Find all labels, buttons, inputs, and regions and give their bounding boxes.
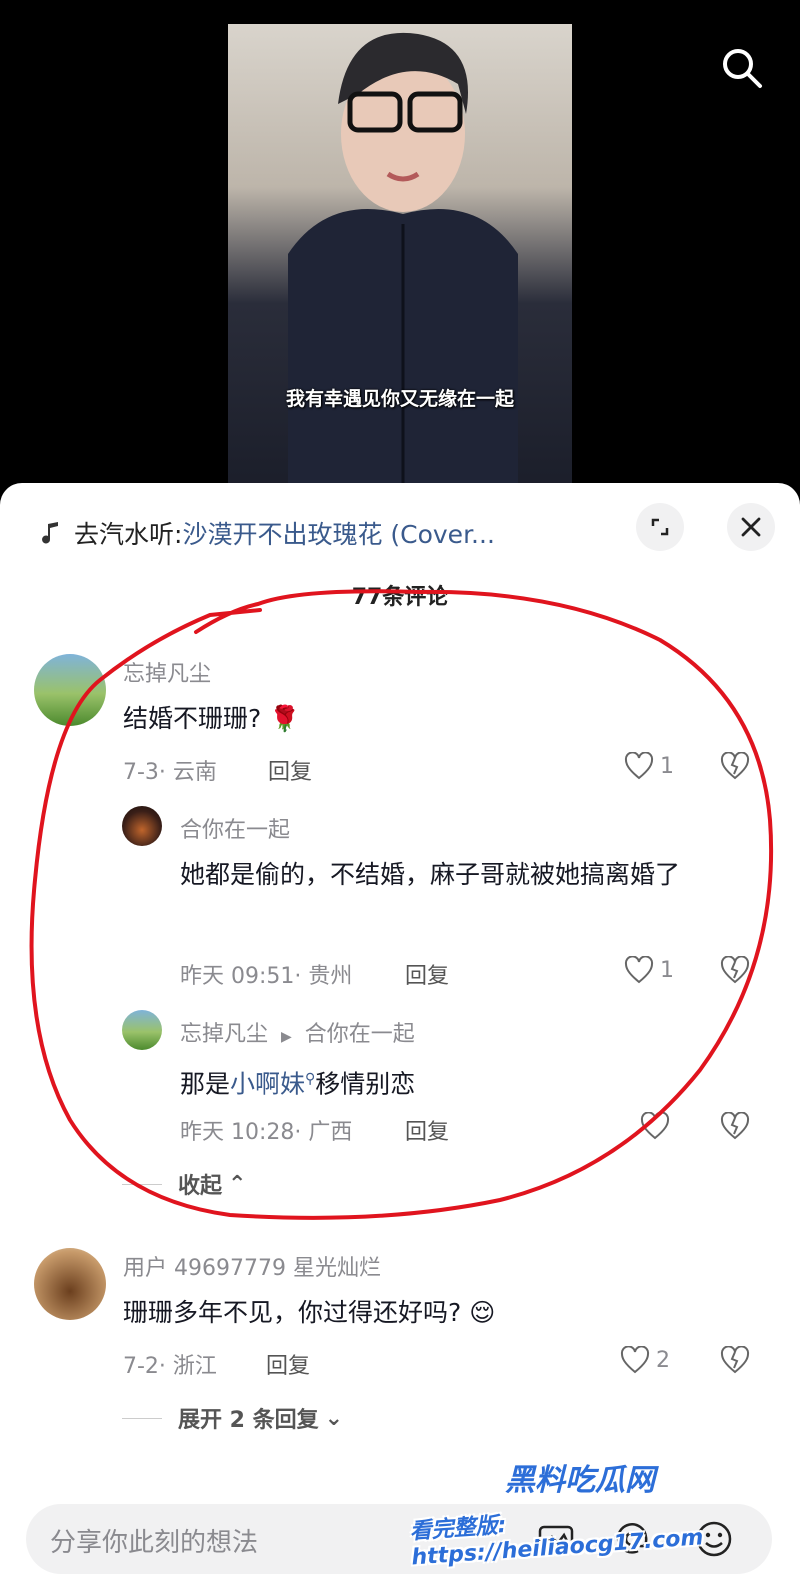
video-subtitle: 我有幸遇见你又无缘在一起 — [285, 388, 514, 410]
avatar[interactable] — [34, 654, 106, 726]
music-note-icon — [42, 522, 58, 544]
dislike-button[interactable] — [720, 751, 750, 784]
search-keyword-link[interactable]: 小啊妹 — [230, 1069, 305, 1098]
expand-label: 展开 2 条回复 — [178, 1408, 319, 1433]
reply-button[interactable]: 回复 — [268, 754, 312, 786]
reply-button[interactable]: 回复 — [405, 958, 449, 990]
divider — [122, 1417, 162, 1419]
dislike-button[interactable] — [720, 955, 750, 988]
search-small-icon: ⚲ — [305, 1071, 316, 1087]
reply-text-start: 那是 — [180, 1069, 231, 1099]
broken-heart-icon — [720, 1111, 750, 1140]
comment-count: 77条评论 — [351, 585, 449, 610]
music-link[interactable]: 去汽水听: 沙漠开不出玫瑰花 (Cover... — [38, 513, 495, 553]
like-button[interactable] — [640, 1112, 670, 1140]
video-player[interactable]: 我有幸遇见你又无缘在一起 — [0, 0, 800, 490]
reply-text: 她都是偷的，不结婚，麻子哥就被她搞离婚了 — [180, 860, 681, 889]
reply-meta: 昨天 10:28· 广西 — [180, 1120, 353, 1145]
reply-text-end: 移情别恋 — [315, 1069, 416, 1099]
reply-username[interactable]: 合你在一起 — [180, 812, 290, 844]
video-frame[interactable]: 我有幸遇见你又无缘在一起 — [228, 24, 572, 490]
comment-meta: 7-3· 云南 — [123, 760, 217, 785]
comment-meta: 7-2· 浙江 — [123, 1354, 217, 1379]
reply-meta: 昨天 09:51· 贵州 — [180, 964, 353, 989]
reply-button[interactable]: 回复 — [266, 1348, 310, 1380]
heart-icon — [620, 1346, 650, 1374]
collapse-label: 收起 — [178, 1174, 223, 1199]
search-button[interactable] — [718, 44, 766, 92]
expand-replies-button[interactable]: 展开 2 条回复 ⌄ — [122, 1402, 343, 1434]
comment-body: 结婚不珊珊? — [123, 704, 262, 733]
like-button[interactable]: 1 — [624, 956, 674, 984]
avatar[interactable] — [122, 806, 162, 846]
comment-text: 结婚不珊珊? 🌹 — [123, 694, 300, 744]
reply-text: 那是小啊妹⚲移情别恋 — [180, 1054, 415, 1109]
relieved-face-icon: 😌 — [469, 1298, 496, 1327]
heart-icon — [640, 1112, 670, 1140]
expand-icon — [651, 518, 669, 536]
dislike-button[interactable] — [720, 1111, 750, 1144]
like-count: 1 — [660, 753, 674, 779]
comment-text: 珊珊多年不见，你过得还好吗? 😌 — [123, 1288, 495, 1338]
watermark-logo: 黑料吃瓜网 — [505, 1463, 655, 1498]
comment-username[interactable]: 忘掉凡尘 — [123, 656, 211, 688]
avatar[interactable] — [122, 1010, 162, 1050]
like-count: 1 — [660, 957, 674, 983]
collapse-replies-button[interactable]: 收起 ⌃ — [122, 1168, 246, 1200]
broken-heart-icon — [720, 1345, 750, 1374]
reply-target[interactable]: 合你在一起 — [305, 1022, 415, 1047]
reply-author[interactable]: 忘掉凡尘 — [180, 1022, 268, 1047]
music-prefix: 去汽水听: — [74, 520, 183, 549]
divider — [122, 1183, 162, 1185]
reply-button[interactable]: 回复 — [405, 1114, 449, 1146]
broken-heart-icon — [720, 751, 750, 780]
reply-arrow-icon: ▶ — [281, 1029, 292, 1045]
expand-button[interactable] — [636, 503, 684, 551]
like-count: 2 — [656, 1347, 670, 1373]
broken-heart-icon — [720, 955, 750, 984]
reply-username[interactable]: 忘掉凡尘 ▶ 合你在一起 — [180, 1016, 415, 1048]
comment-body: 珊珊多年不见，你过得还好吗? — [123, 1298, 462, 1327]
like-button[interactable]: 2 — [620, 1346, 670, 1374]
close-icon — [741, 517, 761, 537]
rose-icon: 🌹 — [269, 704, 301, 733]
dislike-button[interactable] — [720, 1345, 750, 1378]
avatar[interactable] — [34, 1248, 106, 1320]
person-figure — [288, 32, 518, 490]
comment-username[interactable]: 用户 49697779 星光灿烂 — [123, 1250, 381, 1282]
chevron-up-icon: ⌃ — [228, 1171, 247, 1197]
like-button[interactable]: 1 — [624, 752, 674, 780]
chevron-down-icon: ⌄ — [324, 1405, 344, 1431]
heart-icon — [624, 752, 654, 780]
search-icon — [723, 49, 762, 88]
close-button[interactable] — [727, 503, 775, 551]
music-song-title[interactable]: 沙漠开不出玫瑰花 (Cover... — [182, 515, 494, 551]
comment-input-placeholder: 分享你此刻的想法 — [50, 1528, 259, 1558]
heart-icon — [624, 956, 654, 984]
